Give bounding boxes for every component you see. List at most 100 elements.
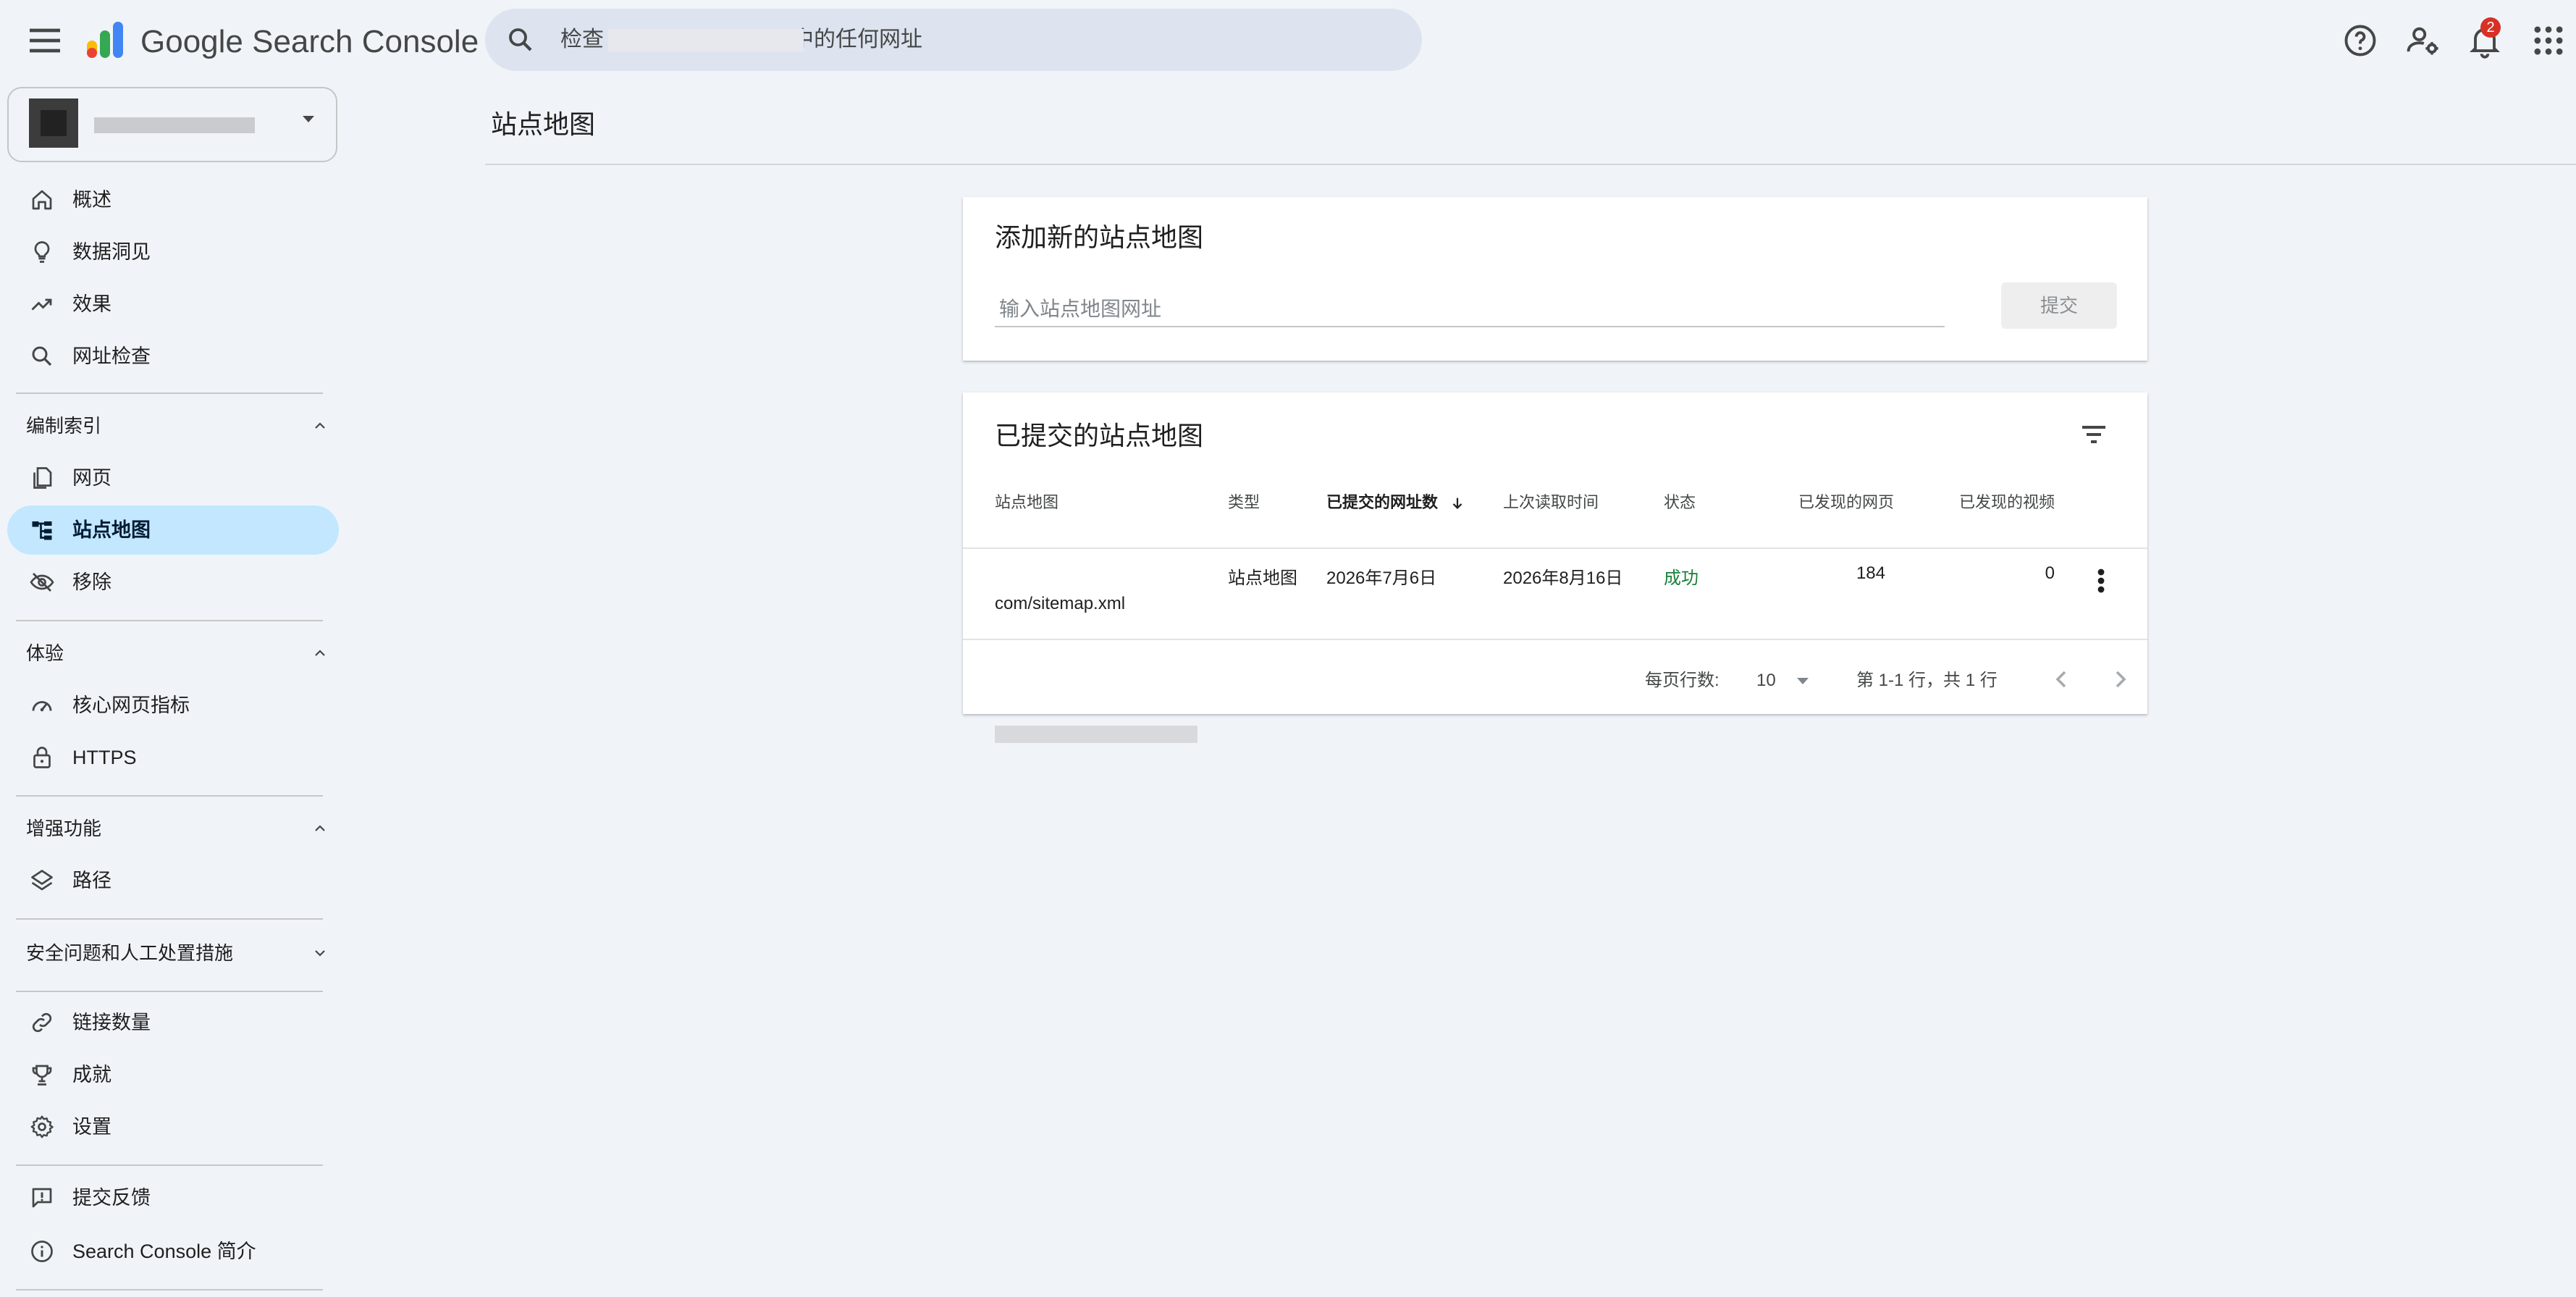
dropdown-caret-icon [1797, 678, 1809, 684]
section-header-indexing[interactable]: 编制索引 [17, 404, 329, 448]
sidebar-item-label: 核心网页指标 [72, 694, 190, 716]
property-favicon-inner [41, 110, 67, 136]
sidebar-item-label: Search Console 简介 [72, 1241, 256, 1262]
filter-icon[interactable] [2076, 417, 2111, 452]
manage-users-icon[interactable] [2404, 22, 2441, 59]
sidebar-divider [16, 1289, 323, 1290]
column-header-label: 已提交的网址数 [1326, 493, 1439, 511]
card-title: 已提交的站点地图 [995, 421, 1204, 450]
property-selector[interactable] [7, 87, 337, 162]
sidebar-item-label: 提交反馈 [72, 1187, 151, 1209]
sidebar-divider [16, 620, 323, 621]
lightbulb-icon [29, 239, 55, 265]
card-title: 添加新的站点地图 [995, 222, 1204, 252]
section-title: 安全问题和人工处置措施 [26, 942, 234, 964]
lock-icon [29, 744, 55, 771]
submitted-date-cell: 2026年7月6日 [1326, 568, 1437, 588]
column-header-sitemap[interactable]: 站点地图 [995, 488, 1058, 517]
sidebar-item-label: 站点地图 [72, 519, 151, 541]
sidebar-item-pages[interactable]: 网页 [7, 453, 339, 503]
sidebar-item-feedback[interactable]: 提交反馈 [7, 1173, 339, 1222]
sidebar-item-label: 网页 [72, 467, 111, 489]
chevron-down-icon [311, 944, 329, 962]
trophy-icon [29, 1062, 55, 1088]
gear-icon [29, 1114, 55, 1140]
sidebar-item-https[interactable]: HTTPS [7, 733, 339, 782]
column-header-discovered-pages[interactable]: 已发现的网页 [1798, 488, 1894, 517]
section-title: 体验 [26, 642, 64, 664]
chevron-up-icon [311, 417, 329, 435]
visibility-off-icon [29, 569, 55, 595]
sidebar-item-label: 移除 [72, 571, 111, 593]
rows-per-page-value: 10 [1756, 671, 1776, 690]
apps-grid-icon[interactable] [2530, 22, 2567, 59]
column-header-type[interactable]: 类型 [1228, 488, 1260, 517]
sidebar-item-performance[interactable]: 效果 [7, 280, 339, 329]
section-header-security[interactable]: 安全问题和人工处置措施 [17, 931, 329, 975]
sidebar-divider [16, 795, 323, 797]
sidebar-divider [16, 393, 323, 394]
sidebar-item-achievements[interactable]: 成就 [7, 1050, 339, 1099]
sidebar-item-about[interactable]: Search Console 简介 [7, 1227, 339, 1276]
header-divider [485, 164, 2576, 165]
discovered-pages-cell: 184 [1856, 563, 1885, 583]
table-row[interactable]: com/sitemap.xml 站点地图 2026年7月6日 2026年8月16… [963, 549, 2147, 743]
sidebar-item-settings[interactable]: 设置 [7, 1102, 339, 1151]
sidebar-item-overview[interactable]: 概述 [7, 175, 339, 224]
section-header-experience[interactable]: 体验 [17, 631, 329, 675]
sidebar-item-label: 网址检查 [72, 345, 151, 367]
rows-per-page-label: 每页行数: [1645, 671, 1720, 690]
sidebar-item-label: 设置 [72, 1116, 111, 1138]
sidebar-item-url-inspection[interactable]: 网址检查 [7, 332, 339, 381]
column-header-submitted[interactable]: 已提交的网址数 [1326, 488, 1465, 517]
sitemap-url-cell[interactable]: com/sitemap.xml [995, 594, 1125, 614]
dropdown-caret-icon [303, 116, 314, 122]
arrow-down-icon [1449, 495, 1465, 511]
last-read-cell: 2026年8月16日 [1503, 568, 1623, 588]
sidebar-item-core-web-vitals[interactable]: 核心网页指标 [7, 681, 339, 730]
sidebar-item-insights[interactable]: 数据洞见 [7, 227, 339, 277]
rows-per-page-select[interactable]: 10 [1756, 663, 1822, 698]
search-console-logo-icon [84, 20, 127, 61]
url-inspection-search-bar[interactable]: 检查 中的任何网址 [485, 9, 1422, 71]
menu-icon[interactable] [25, 20, 65, 61]
sitemap-url-input[interactable] [995, 293, 1945, 327]
home-icon [29, 187, 55, 213]
chevron-up-icon [311, 645, 329, 662]
column-header-discovered-videos[interactable]: 已发现的视频 [1959, 488, 2055, 517]
page-title: 站点地图 [491, 109, 596, 139]
section-title: 增强功能 [26, 818, 102, 839]
column-header-last-read[interactable]: 上次读取时间 [1503, 488, 1599, 517]
chevron-right-icon[interactable] [2103, 662, 2137, 697]
sidebar-item-label: 概述 [72, 189, 111, 211]
pagination-range: 第 1-1 行，共 1 行 [1856, 671, 1998, 690]
chevron-up-icon [311, 820, 329, 837]
sidebar-divider [16, 991, 323, 992]
notifications-badge: 2 [2480, 17, 2501, 38]
sidebar-item-links[interactable]: 链接数量 [7, 998, 339, 1047]
sidebar-divider [16, 1164, 323, 1166]
info-icon [29, 1238, 55, 1264]
pages-icon [29, 465, 55, 491]
section-title: 编制索引 [26, 415, 102, 437]
type-cell: 站点地图 [1228, 568, 1297, 588]
layers-icon [29, 868, 55, 894]
sidebar-divider [16, 918, 323, 920]
sidebar-item-sitemaps[interactable]: 站点地图 [7, 505, 339, 555]
search-icon [505, 25, 536, 55]
top-app-bar: Google Search Console 检查 中的任何网址 2 [0, 0, 2576, 81]
product-name[interactable]: Google Search Console [140, 22, 479, 62]
redacted-property-name [94, 117, 255, 133]
trending-up-icon [29, 291, 55, 317]
section-header-enhancements[interactable]: 增强功能 [17, 807, 329, 850]
status-cell: 成功 [1664, 568, 1699, 588]
more-vert-icon[interactable] [2089, 563, 2113, 598]
sidebar-item-breadcrumbs[interactable]: 路径 [7, 856, 339, 905]
submit-button[interactable]: 提交 [2001, 282, 2117, 329]
chevron-left-icon[interactable] [2045, 662, 2079, 697]
sidebar-item-label: 链接数量 [72, 1012, 151, 1033]
column-header-status[interactable]: 状态 [1664, 488, 1696, 517]
sidebar-item-removals[interactable]: 移除 [7, 558, 339, 607]
sidebar-item-label: HTTPS [72, 747, 137, 768]
help-icon[interactable] [2341, 22, 2379, 59]
